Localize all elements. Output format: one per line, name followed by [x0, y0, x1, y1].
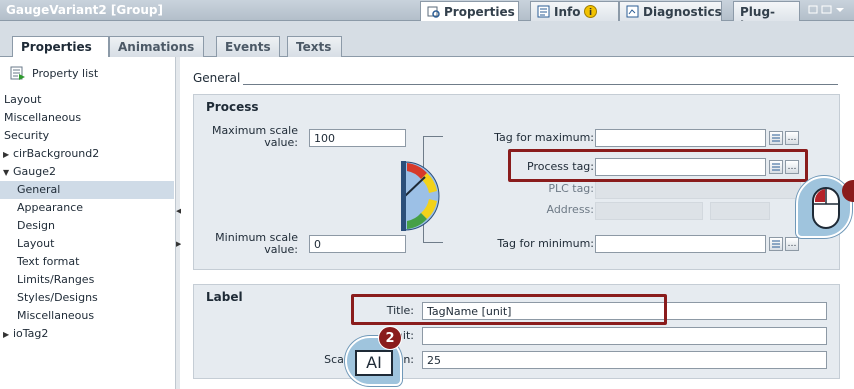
tab-diagnostics[interactable]: Diagnostics	[619, 1, 722, 22]
property-list-label: Property list	[32, 66, 99, 80]
tab-properties-label: Properties	[444, 5, 515, 19]
tab-diagnostics-label: Diagnostics	[643, 5, 722, 19]
property-list-button[interactable]: Property list	[10, 66, 98, 80]
tree-item-layout-sub[interactable]: Layout	[0, 235, 174, 253]
tree-item-design[interactable]: Design	[0, 217, 174, 235]
pane-splitter[interactable]: ◀ ▶	[176, 57, 181, 389]
window-controls-icon	[808, 5, 844, 14]
subtab-texts[interactable]: Texts	[287, 36, 342, 57]
splitter-right-icon[interactable]: ▶	[176, 240, 181, 248]
min-scale-input[interactable]	[309, 235, 406, 253]
mouse-icon	[812, 187, 840, 229]
tab-info[interactable]: Info i	[530, 1, 619, 22]
subtab-events[interactable]: Events	[216, 36, 280, 57]
tree-item-gauge2-label: Gauge2	[13, 165, 56, 178]
tree-item-text-format[interactable]: Text format	[0, 253, 174, 271]
max-scale-input[interactable]	[309, 129, 406, 147]
splitter-left-icon[interactable]: ◀	[176, 207, 181, 215]
tree-item-cirbackground2-label: cirBackground2	[13, 147, 100, 160]
tag-max-list-button[interactable]	[769, 131, 783, 145]
subtab-properties[interactable]: Properties	[12, 36, 109, 58]
subtab-animations[interactable]: Animations	[109, 36, 204, 57]
tree-item-general[interactable]: General	[0, 181, 174, 199]
window-title: GaugeVariant2 [Group]	[6, 3, 163, 17]
tree-item-miscellaneous-sub[interactable]: Miscellaneous	[0, 307, 174, 325]
tree-item-appearance[interactable]: Appearance	[0, 199, 174, 217]
tree-item-cirbackground2[interactable]: ▶ cirBackground2	[0, 145, 174, 163]
min-scale-label: Minimum scale value:	[215, 231, 298, 256]
expand-arrow-icon[interactable]: ▶	[3, 326, 13, 344]
plc-tag-field	[595, 181, 801, 199]
tab-properties[interactable]: Properties	[420, 1, 519, 22]
list-icon	[772, 240, 780, 248]
plc-tag-label: PLC tag:	[548, 182, 594, 195]
info-list-icon	[537, 5, 550, 18]
address-field	[595, 202, 703, 220]
collapse-arrow-icon[interactable]: ▼	[3, 164, 13, 182]
svg-text:i: i	[589, 8, 592, 18]
scale-gradation-input[interactable]	[422, 351, 827, 369]
tab-info-label: Info	[554, 5, 581, 19]
diagnostics-icon	[626, 5, 639, 18]
address-label: Address:	[546, 203, 594, 216]
section-divider	[243, 84, 838, 85]
tree-item-limits-ranges[interactable]: Limits/Ranges	[0, 271, 174, 289]
title-highlight	[351, 294, 667, 325]
browse-icon: …	[787, 239, 797, 249]
property-nav: Property list Layout Miscellaneous Secur…	[0, 57, 176, 389]
tag-min-label: Tag for minimum:	[497, 237, 594, 250]
address-bit-field	[710, 202, 770, 220]
property-list-icon	[10, 66, 25, 80]
info-icon: i	[584, 5, 598, 18]
window-controls[interactable]	[808, 4, 848, 19]
tab-plugins[interactable]: Plug-ins	[733, 1, 800, 33]
tag-max-label: Tag for maximum:	[494, 131, 594, 144]
tree-item-iotag2[interactable]: ▶ ioTag2	[0, 325, 174, 343]
tree-item-iotag2-label: ioTag2	[13, 327, 49, 340]
tree-item-layout[interactable]: Layout	[0, 91, 174, 109]
process-tag-highlight	[508, 149, 808, 182]
tag-min-list-button[interactable]	[769, 237, 783, 251]
tag-min-browse-button[interactable]: …	[785, 237, 799, 251]
list-icon	[772, 134, 780, 142]
title-bar: GaugeVariant2 [Group] Properties Info i …	[0, 0, 854, 33]
section-title: General	[193, 71, 241, 85]
label-group-title: Label	[206, 290, 243, 304]
gauge-icon	[401, 161, 440, 231]
property-tree: Layout Miscellaneous Security ▶ cirBackgr…	[0, 91, 174, 343]
tree-item-security[interactable]: Security	[0, 127, 174, 145]
tag-min-input[interactable]	[595, 235, 766, 253]
browse-icon: …	[787, 133, 797, 143]
tag-max-browse-button[interactable]: …	[785, 131, 799, 145]
properties-icon	[427, 5, 440, 18]
tree-item-miscellaneous[interactable]: Miscellaneous	[0, 109, 174, 127]
expand-arrow-icon[interactable]: ▶	[3, 146, 13, 164]
tree-item-gauge2[interactable]: ▼ Gauge2	[0, 163, 174, 181]
tag-max-input[interactable]	[595, 129, 766, 147]
tree-item-styles-designs[interactable]: Styles/Designs	[0, 289, 174, 307]
step-badge-2: 2	[378, 326, 402, 350]
text-cursor-icon: AI	[355, 350, 393, 376]
process-group: Process Maximum scale value: Minimum sca…	[193, 94, 840, 270]
properties-content: General Process Maximum scale value: Min…	[181, 57, 854, 389]
process-group-title: Process	[206, 100, 259, 114]
unit-input[interactable]	[422, 327, 827, 345]
max-scale-label: Maximum scale value:	[211, 124, 298, 149]
sub-tab-bar: Properties Animations Events Texts	[0, 21, 854, 58]
